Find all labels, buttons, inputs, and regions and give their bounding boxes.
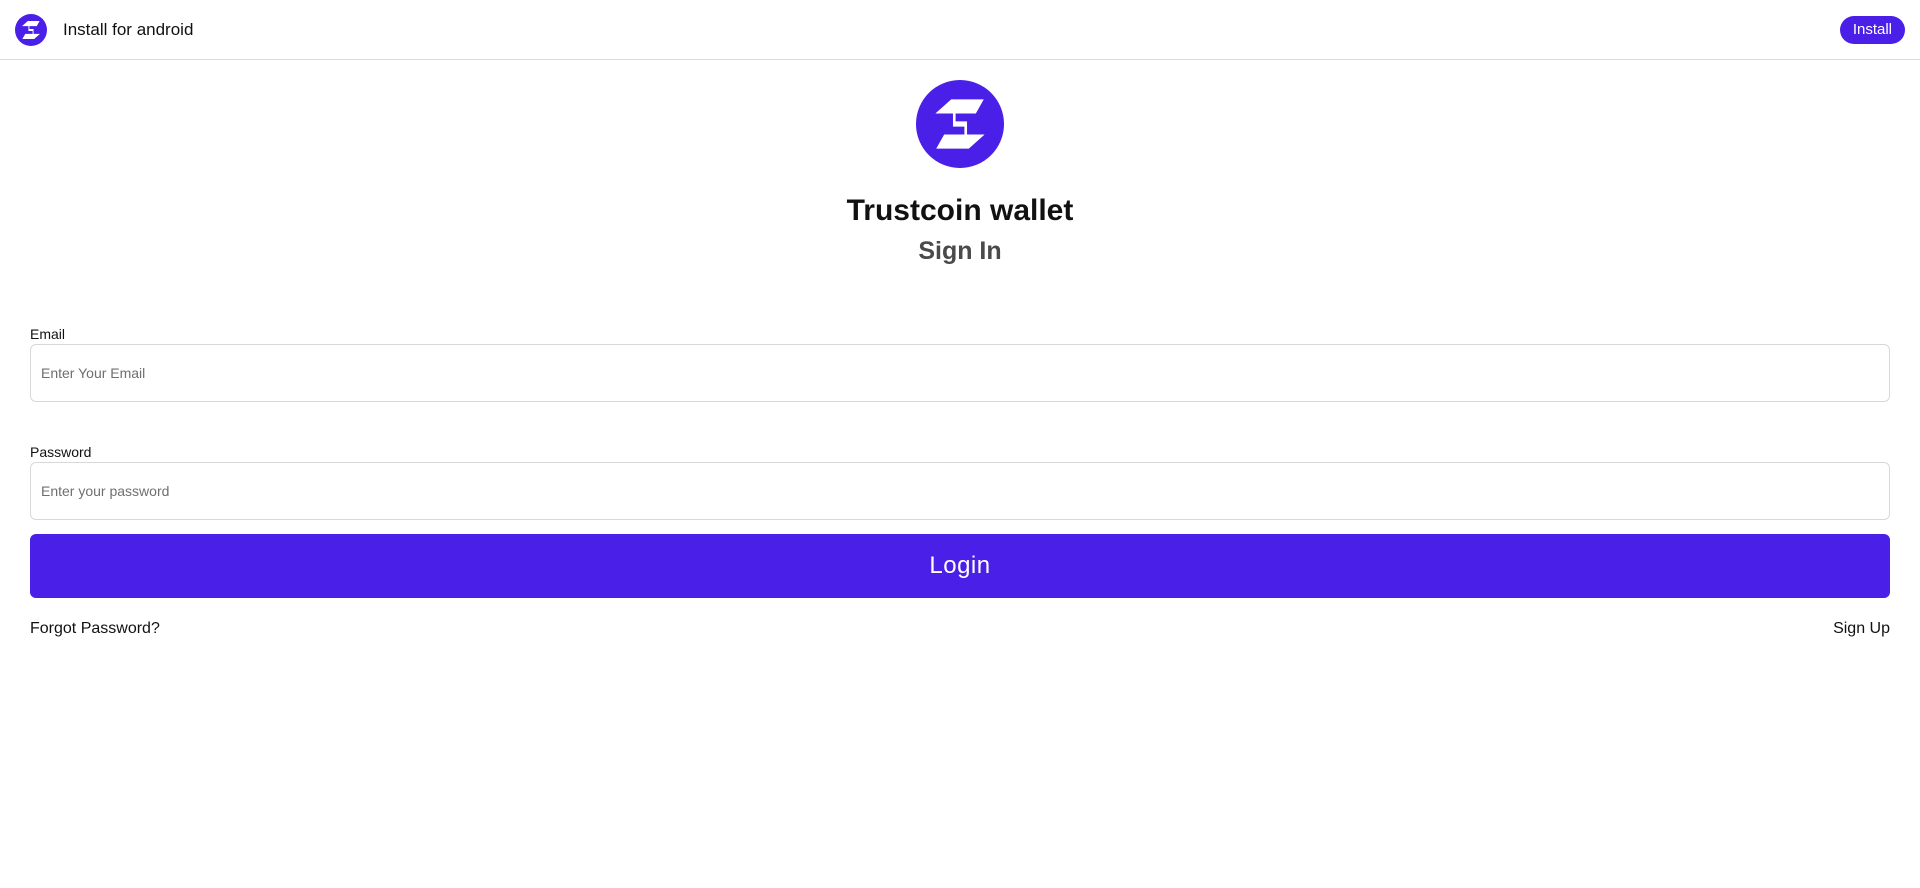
trustcoin-logo-icon	[15, 14, 47, 46]
install-button[interactable]: Install	[1839, 16, 1905, 44]
email-label: Email	[30, 326, 66, 342]
install-banner-text: Install for android	[63, 20, 194, 39]
password-label: Password	[30, 444, 92, 460]
login-button[interactable]: Login	[30, 534, 1890, 598]
email-input[interactable]	[30, 344, 1890, 402]
password-input[interactable]	[30, 462, 1890, 520]
app-title: Trustcoin wallet	[846, 194, 1074, 227]
page-subtitle: Sign In	[918, 237, 1002, 265]
forgot-password-link[interactable]: Forgot Password?	[30, 619, 160, 639]
trustcoin-logo-icon	[916, 80, 1004, 168]
install-banner: Install for android Install	[0, 0, 1920, 60]
sign-up-link[interactable]: Sign Up	[1833, 619, 1890, 639]
